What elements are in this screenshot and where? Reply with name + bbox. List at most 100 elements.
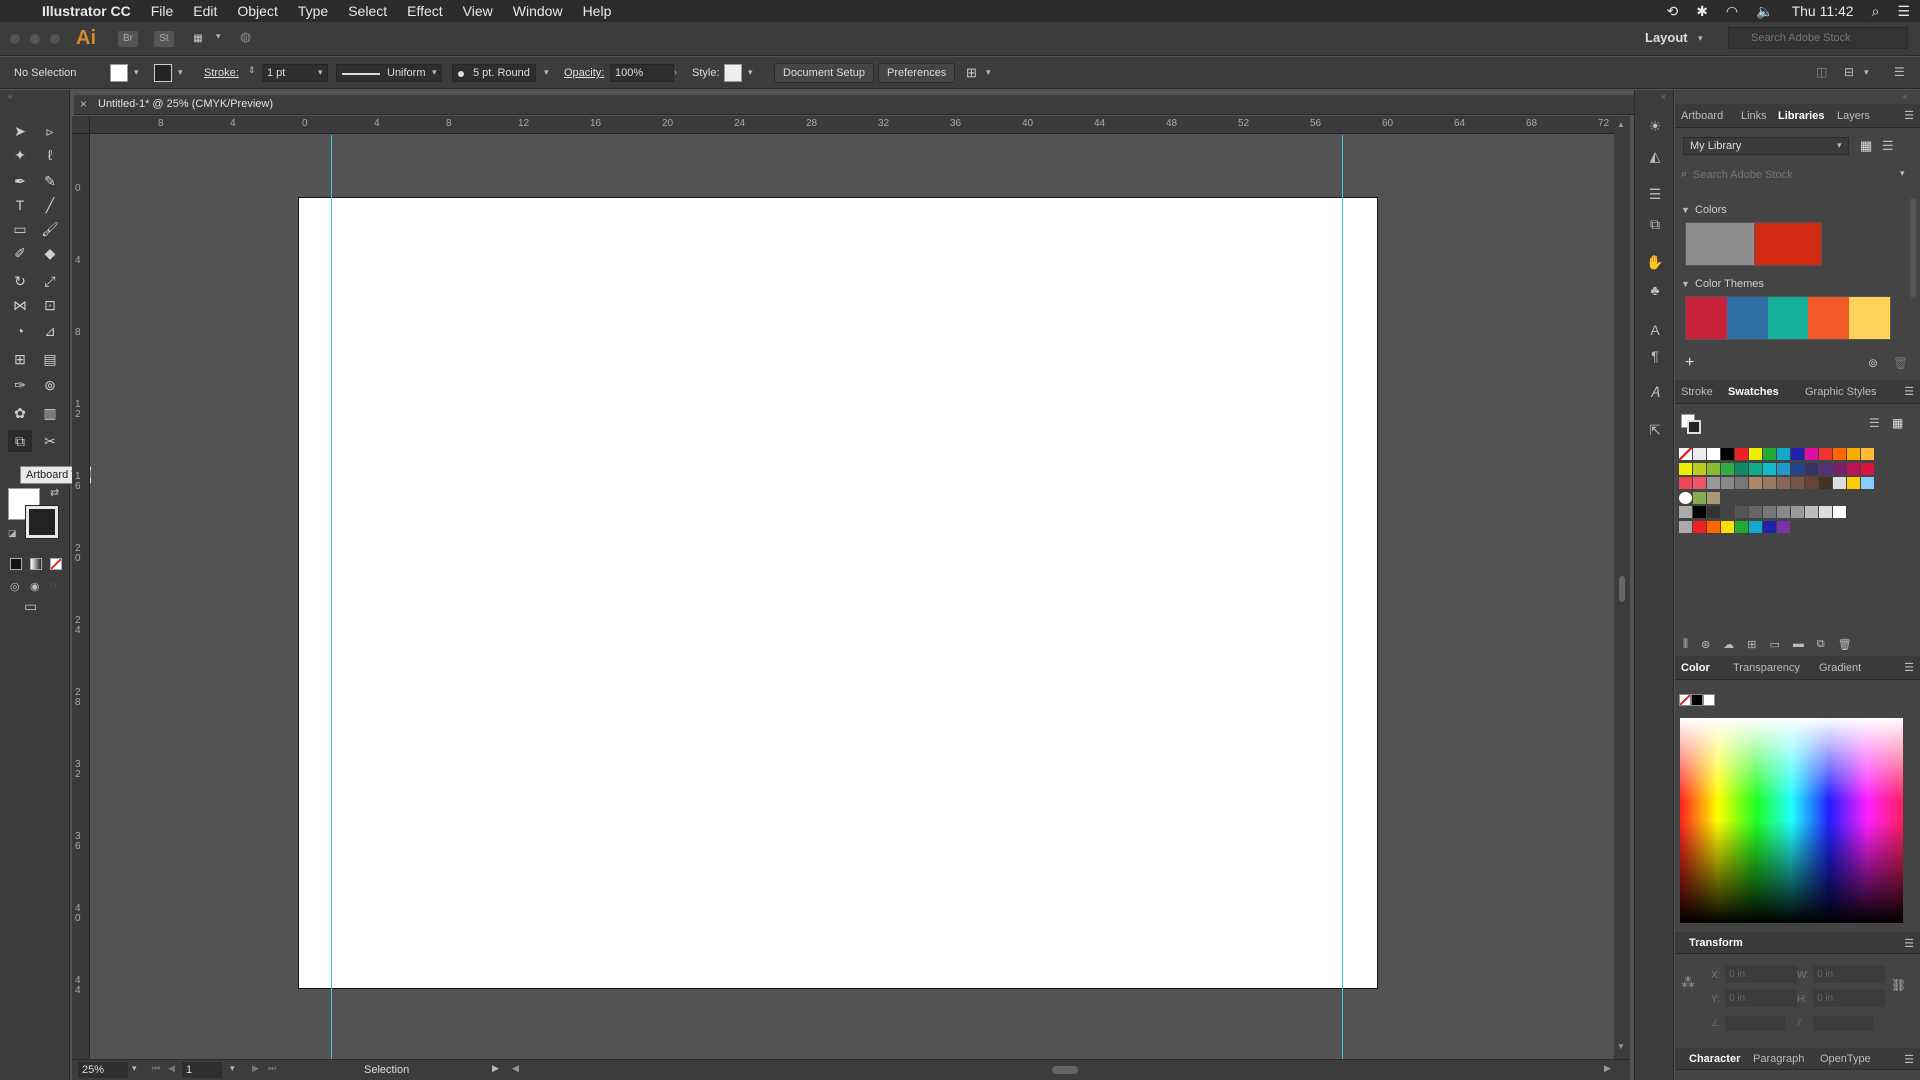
swatch-chip[interactable] xyxy=(1805,462,1818,475)
library-color-gray[interactable] xyxy=(1685,222,1755,266)
rotate-angle-icon[interactable]: ∠ xyxy=(1711,1018,1720,1029)
swatch-chip[interactable] xyxy=(1777,506,1790,518)
artboard-number-field[interactable]: 1 xyxy=(182,1062,222,1078)
tab-layers[interactable]: Layers xyxy=(1837,110,1870,122)
swatch-chip[interactable] xyxy=(1749,477,1762,489)
add-content-icon[interactable]: + xyxy=(1685,354,1694,372)
bridge-button[interactable]: Br xyxy=(118,31,138,47)
swatch-chip[interactable] xyxy=(1791,506,1804,518)
control-bar-menu-icon[interactable]: ☰ xyxy=(1894,65,1905,79)
swatch-chip[interactable] xyxy=(1749,448,1762,460)
gpu-performance-icon[interactable]: ◍ xyxy=(240,29,251,45)
swatch-chip[interactable] xyxy=(1777,520,1790,533)
pathfinder-panel-icon[interactable]: ⧉ xyxy=(1645,214,1665,234)
swatch-chip[interactable] xyxy=(1735,448,1748,460)
close-window-button[interactable] xyxy=(10,34,20,44)
vertical-scrollbar[interactable]: ▲ ▼ xyxy=(1614,116,1630,1059)
transform-w-input[interactable]: 0 in xyxy=(1813,966,1885,983)
type-tool-icon[interactable]: T xyxy=(8,194,32,216)
swatch-chip[interactable] xyxy=(1763,477,1776,489)
transform-x-input[interactable]: 0 in xyxy=(1725,966,1797,983)
tab-libraries[interactable]: Libraries xyxy=(1778,110,1824,122)
swatch-chip[interactable] xyxy=(1693,477,1706,489)
stock-button[interactable]: St xyxy=(154,31,174,47)
transform-h-input[interactable]: 0 in xyxy=(1813,990,1885,1007)
show-swatch-kinds-icon[interactable]: ⊛ xyxy=(1701,638,1710,652)
menu-object[interactable]: Object xyxy=(227,3,287,19)
swatch-chip[interactable] xyxy=(1707,448,1720,460)
swatch-chip[interactable] xyxy=(1749,520,1762,533)
profile-dropdown-icon[interactable]: ▾ xyxy=(432,67,437,78)
character-panel-menu-icon[interactable]: ☰ xyxy=(1904,1053,1914,1066)
swatch-chip[interactable] xyxy=(1833,462,1846,475)
guide-line-left[interactable] xyxy=(331,135,332,1059)
color-white-swatch[interactable] xyxy=(1703,694,1715,706)
artboard[interactable] xyxy=(298,197,1378,989)
tab-artboards[interactable]: Artboard xyxy=(1681,110,1723,122)
default-fill-stroke-icon[interactable]: ◪ xyxy=(8,528,17,539)
appearance-panel-icon[interactable]: ☀ xyxy=(1645,116,1665,136)
vertical-ruler[interactable]: 0 4 8 1 2 1 6 2 0 2 4 2 8 3 2 3 6 4 0 4 4 xyxy=(72,134,90,1059)
library-search-input[interactable] xyxy=(1693,166,1893,184)
color-none-swatch[interactable] xyxy=(1679,694,1691,706)
symbols-panel-icon[interactable]: ♣ xyxy=(1645,280,1665,300)
libraries-scrollbar[interactable] xyxy=(1910,198,1916,298)
isolate-icon[interactable]: ◫ xyxy=(1816,65,1827,79)
opacity-label[interactable]: Opacity: xyxy=(564,67,604,79)
reference-point-icon[interactable]: ⁂ xyxy=(1681,974,1695,991)
collapse-dock-icon[interactable]: « xyxy=(1903,92,1907,101)
swatch-chip[interactable] xyxy=(1819,506,1832,518)
next-artboard-icon[interactable]: ▶ xyxy=(252,1063,259,1074)
align-dropdown-icon[interactable]: ▾ xyxy=(986,67,991,78)
swatch-chip[interactable] xyxy=(1819,477,1832,489)
align-panel-icon[interactable]: ☰ xyxy=(1645,184,1665,204)
stroke-label[interactable]: Stroke: xyxy=(204,67,239,79)
swatch-chip[interactable] xyxy=(1679,520,1692,533)
tab-gradient[interactable]: Gradient xyxy=(1819,662,1861,674)
guide-line-right[interactable] xyxy=(1342,135,1343,1059)
tab-color[interactable]: Color xyxy=(1681,662,1710,674)
scale-tool-icon[interactable]: ⤢ xyxy=(38,270,62,292)
swatches-panel-menu-icon[interactable]: ☰ xyxy=(1904,385,1914,398)
symbol-sprayer-tool-icon[interactable]: ✿ xyxy=(8,402,32,424)
volume-icon[interactable]: 🔈 xyxy=(1756,3,1773,20)
swatch-chip[interactable] xyxy=(1679,491,1692,504)
tab-swatches[interactable]: Swatches xyxy=(1728,386,1779,398)
notification-center-icon[interactable]: ☰ xyxy=(1897,3,1910,20)
rectangle-tool-icon[interactable]: ▭ xyxy=(8,218,32,240)
menu-view[interactable]: View xyxy=(453,3,503,19)
grid-view-icon[interactable]: ▦ xyxy=(1860,138,1872,154)
arrange-documents-icon[interactable]: ▦ xyxy=(188,31,208,47)
swatch-chip[interactable] xyxy=(1707,462,1720,475)
vertical-scroll-thumb[interactable] xyxy=(1619,576,1625,602)
eyedropper-tool-icon[interactable]: ✑ xyxy=(8,374,32,396)
tab-links[interactable]: Links xyxy=(1741,110,1767,122)
swap-fill-stroke-icon[interactable]: ⇄ xyxy=(50,486,59,499)
export-assets-icon[interactable]: ⇱ xyxy=(1645,420,1665,440)
last-artboard-icon[interactable]: ⏭ xyxy=(268,1063,276,1074)
color-panel-menu-icon[interactable]: ☰ xyxy=(1904,661,1914,674)
swatch-chip[interactable] xyxy=(1861,462,1874,475)
tab-paragraph[interactable]: Paragraph xyxy=(1753,1053,1804,1065)
column-graph-tool-icon[interactable]: ▥ xyxy=(38,402,62,424)
wifi-icon[interactable]: ◠ xyxy=(1726,3,1738,20)
menu-app-name[interactable]: Illustrator CC xyxy=(32,3,141,19)
swatches-stroke-indicator[interactable] xyxy=(1687,420,1701,434)
add-to-library-icon[interactable]: ⊞ xyxy=(1747,638,1756,652)
artboard-tool-icon[interactable]: ⧉ xyxy=(8,430,32,452)
line-segment-tool-icon[interactable]: ╱ xyxy=(38,194,62,216)
gradient-tool-icon[interactable]: ▤ xyxy=(38,348,62,370)
shear-angle-input[interactable] xyxy=(1813,1016,1873,1031)
preferences-button[interactable]: Preferences xyxy=(878,63,956,83)
delete-library-item-icon[interactable]: 🗑 xyxy=(1893,356,1908,370)
slice-tool-icon[interactable]: ✂ xyxy=(38,430,62,452)
gradient-mode-icon[interactable] xyxy=(30,558,42,570)
previous-artboard-icon[interactable]: ◀ xyxy=(168,1063,175,1074)
constrain-proportions-icon[interactable]: ⛓ xyxy=(1891,978,1906,992)
swatch-chip[interactable] xyxy=(1735,520,1748,533)
draw-behind-icon[interactable]: ◉ xyxy=(30,580,40,593)
minimize-window-button[interactable] xyxy=(30,34,40,44)
swatch-chip[interactable] xyxy=(1735,462,1748,475)
scroll-up-icon[interactable]: ▲ xyxy=(1617,120,1625,129)
style-dropdown-icon[interactable]: ▾ xyxy=(748,67,753,78)
